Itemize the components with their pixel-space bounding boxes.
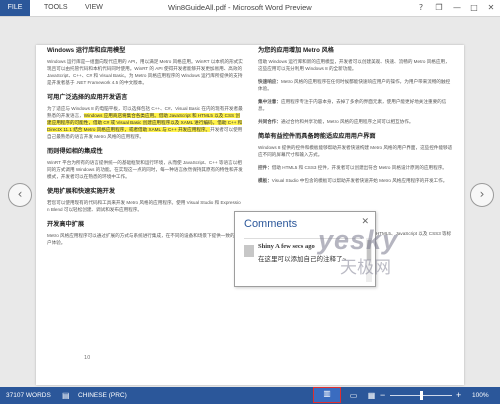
left-column: Windows 运行库和应用模型 Windows 运行库是一组面向现代应用的 A…: [47, 45, 243, 252]
heading: 而则得如相的集成性: [47, 148, 103, 155]
language-indicator[interactable]: CHINESE (PRC): [78, 387, 127, 404]
paragraph: 共同合作：通过合约和共享功能，Metro 风格的应用程序之间可以相互协作。: [258, 118, 454, 125]
heading: 可用广泛选择的应用开发语言: [47, 94, 128, 101]
lead-term: 共同合作：: [258, 119, 281, 124]
paragraph: Windows 运行库是一组面向现代应用的 API，用以满足 Metro 风格应…: [47, 59, 243, 85]
minimize-icon[interactable]: —: [450, 0, 464, 16]
status-bar: 37107 WORDS ▤ CHINESE (PRC) ▥ ▭ ▦ − + 10…: [0, 387, 500, 404]
heading: 使用扩展和快速实施开发: [47, 188, 116, 195]
ribbon: FILE TOOLS VIEW Win8GuideAll.pdf - Micro…: [0, 0, 500, 17]
document-area: ‹ › Windows 运行库和应用模型 Windows 运行库是一组面向现代应…: [0, 17, 500, 387]
help-icon[interactable]: ?: [414, 0, 428, 16]
paragraph: Metro 风格应用程序可以通过扩展的方式与系统进行集成，在不同的设备和场景下提…: [47, 233, 240, 245]
previous-page-button[interactable]: ‹: [8, 183, 32, 207]
web-layout-icon[interactable]: ▦: [366, 390, 377, 401]
paragraph-text: 应用程序专注于内容本身，去掉了多余的界面元素，使用户能更好地关注重要的信息。: [258, 99, 447, 111]
paragraph: 控件：借助 HTML5 和 CSS3 控件，开发者可以创建出符合 Metro 风…: [258, 164, 454, 171]
paragraph: 快速响应：Metro 风格的应用程序在任何时候都能快速响应用户的操作，为用户带来…: [258, 78, 454, 92]
paragraph-text: 借助 HTML5 和 CSS3 控件，开发者可以创建出符合 Metro 风格设计…: [271, 165, 447, 170]
comments-title: Comments: [244, 218, 298, 230]
lead-term: 模板：: [258, 178, 272, 183]
avatar: [244, 245, 254, 257]
paragraph-text: Metro 风格的应用程序在任何时候都能快速响应用户的操作，为用户带来流畅的触控…: [258, 79, 451, 91]
paragraph: 若您可以使用现有的代码和工具来开发 Metro 风格的应用程序。使用 Visua…: [47, 200, 241, 212]
lead-term: 控件：: [258, 165, 272, 170]
paragraph: WinRT 平台为所有的语言提供统一的基础框架和运行环境，从而使 JavaScr…: [47, 160, 243, 179]
print-layout-icon[interactable]: ▭: [348, 390, 359, 401]
proofing-icon[interactable]: ▤: [62, 387, 70, 404]
zoom-level[interactable]: 100%: [472, 387, 489, 404]
zoom-out-button[interactable]: −: [380, 387, 385, 404]
window-title: Win8GuideAll.pdf - Microsoft Word Previe…: [168, 3, 312, 12]
watermark-logo: yesky: [318, 225, 399, 255]
lead-term: 快速响应：: [258, 79, 281, 84]
paragraph-text: 通过合约和共享功能，Metro 风格的应用程序之间可以相互协作。: [280, 119, 414, 124]
maximize-icon[interactable]: □: [467, 0, 481, 16]
zoom-in-button[interactable]: +: [456, 387, 461, 404]
paragraph: 借助 Windows 运行库和新的应用模型，开发者可以创建美观、快速、流畅的 M…: [258, 59, 450, 71]
lead-term: 集中注意：: [258, 99, 281, 104]
watermark-text: 天极网: [340, 258, 391, 278]
file-tab[interactable]: FILE: [0, 0, 30, 16]
page-number: 10: [84, 355, 91, 361]
heading: 简单有益控件而具备跨能适应应用用户界面: [258, 133, 376, 140]
close-icon[interactable]: ✕: [484, 0, 498, 16]
heading: Windows 运行库和应用模型: [47, 47, 126, 54]
zoom-slider-knob[interactable]: [420, 391, 423, 400]
watermark: yesky 天极网: [318, 225, 448, 278]
comment-author: Shiny A few secs ago: [258, 243, 315, 250]
next-page-button[interactable]: ›: [470, 183, 494, 207]
read-mode-button[interactable]: ▥: [313, 387, 341, 403]
view-menu[interactable]: VIEW: [85, 0, 103, 16]
paragraph: 模板：Visual Studio 中包含的模板可以帮助开发者快速开始 Metro…: [258, 177, 454, 184]
word-count[interactable]: 37107 WORDS: [6, 387, 51, 404]
restore-icon[interactable]: ❐: [432, 0, 446, 16]
heading: 为您的应用增加 Metro 风格: [258, 47, 334, 54]
paragraph: Windows 8 提供的控件和模板能够帮助开发者快速构建 Metro 风格的用…: [258, 145, 453, 157]
paragraph: 为了适应与 Windows 8 的电脑平板，可以选择包括 C++、C#、Visu…: [47, 105, 243, 140]
paragraph: 集中注意：应用程序专注于内容本身，去掉了多余的界面元素，使用户能更好地关注重要的…: [258, 98, 454, 112]
paragraph-text: Visual Studio 中包含的模板可以帮助开发者快速开始 Metro 风格…: [271, 178, 448, 183]
heading: 开发高中扩展: [47, 221, 85, 228]
tools-menu[interactable]: TOOLS: [44, 0, 68, 16]
